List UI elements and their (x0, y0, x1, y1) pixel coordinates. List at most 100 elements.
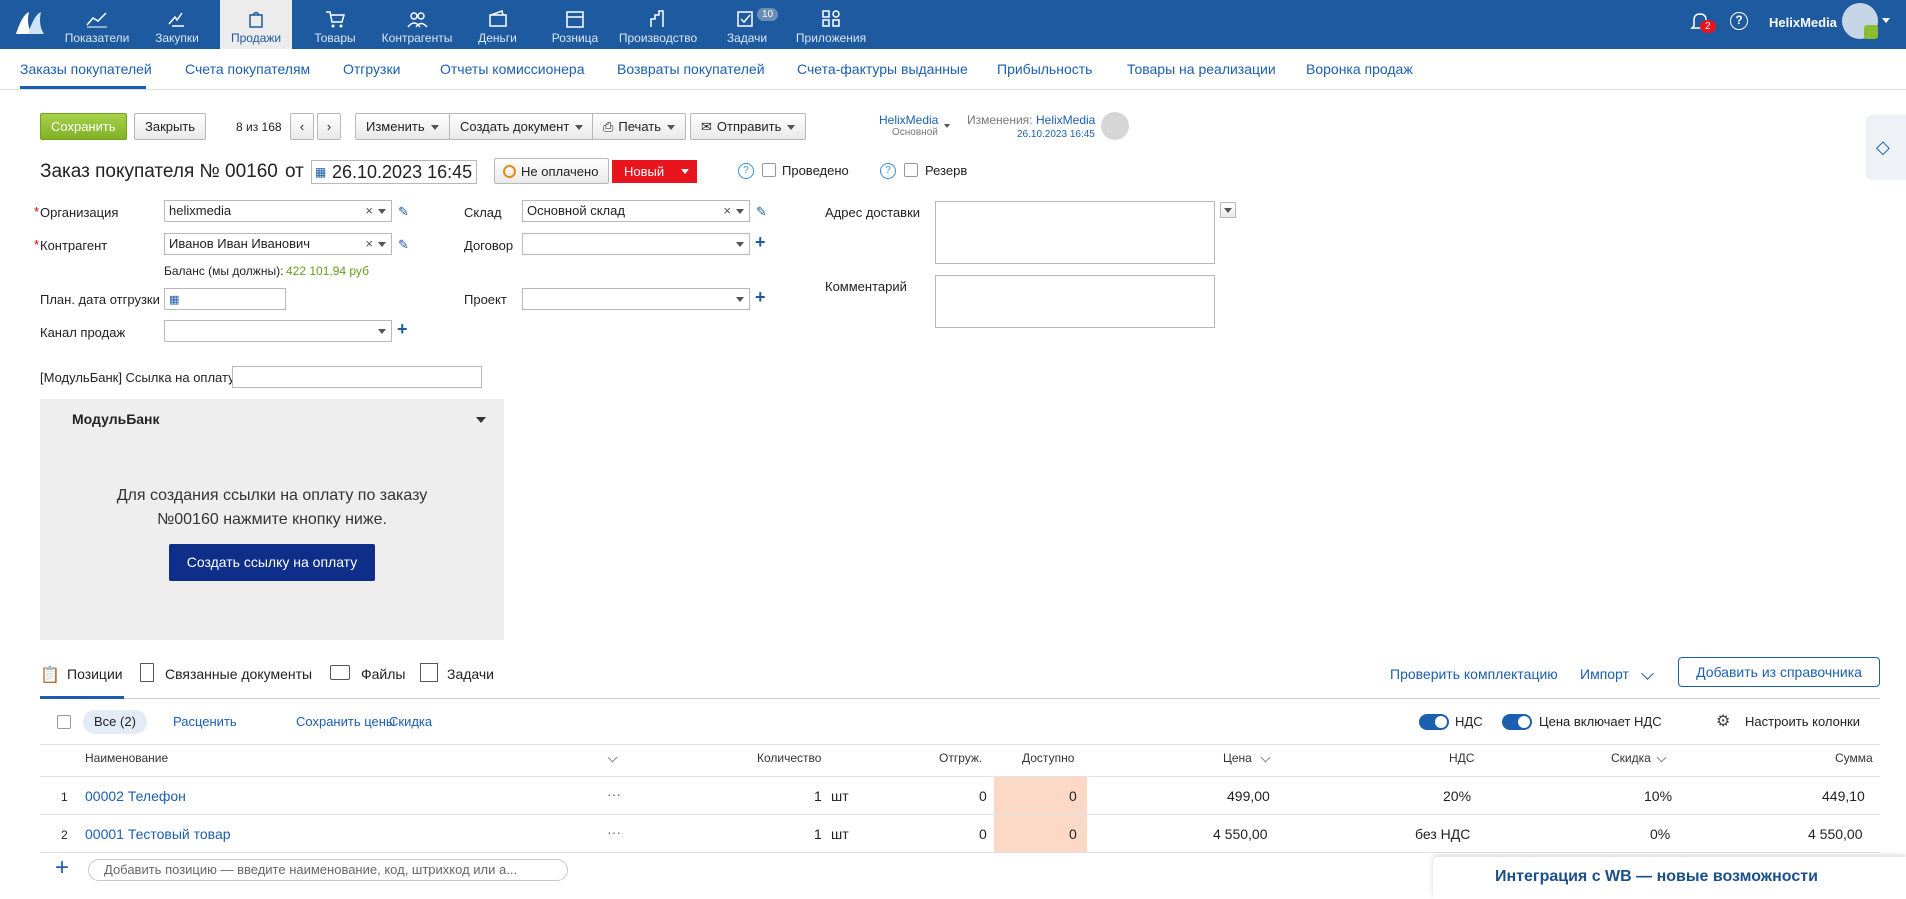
nav-money[interactable]: Деньги (470, 0, 525, 49)
save-prices-link[interactable]: Сохранить цены (296, 714, 395, 729)
chevron-down-icon[interactable] (736, 209, 744, 214)
avatar[interactable] (1842, 3, 1878, 39)
vat-toggle[interactable] (1419, 714, 1449, 730)
tab-positions[interactable]: 📋 Позиции (40, 655, 124, 699)
row-vat[interactable]: 20% (1443, 788, 1471, 804)
clear-icon[interactable]: × (365, 201, 373, 221)
next-record-button[interactable]: › (317, 113, 341, 140)
address-expand-button[interactable] (1220, 202, 1236, 218)
comment-field[interactable] (935, 275, 1215, 328)
create-payment-link-button[interactable]: Создать ссылку на оплату (169, 544, 375, 581)
nav-goods[interactable]: Товары (305, 0, 365, 49)
tab-tasks[interactable]: Задачи (420, 655, 500, 699)
subnav-shipments[interactable]: Отгрузки (343, 61, 400, 77)
chevron-down-icon[interactable] (736, 297, 744, 302)
tab-linked-documents[interactable]: Связанные документы (140, 655, 320, 699)
modulbank-link-field[interactable] (232, 366, 482, 388)
collapse-caret-icon[interactable] (476, 417, 486, 423)
chevron-down-icon[interactable] (1656, 752, 1667, 763)
add-contract-icon[interactable]: + (755, 232, 766, 253)
add-position-input[interactable]: Добавить позицию — введите наименование,… (88, 859, 568, 881)
contract-field[interactable] (522, 233, 750, 255)
org-field[interactable]: helixmedia × (164, 200, 392, 222)
subnav-returns[interactable]: Возвраты покупателей (617, 61, 765, 77)
subnav-commission-reports[interactable]: Отчеты комиссионера (440, 61, 585, 77)
edit-pencil-icon[interactable]: ✎ (398, 204, 409, 220)
changes-user-link[interactable]: HelixMedia (1036, 113, 1095, 127)
contractor-field[interactable]: Иванов Иван Иванович × (164, 233, 392, 255)
row-more-icon[interactable]: ··· (607, 824, 621, 840)
col-price-header[interactable]: Цена (1223, 751, 1252, 765)
import-link[interactable]: Импорт (1580, 666, 1629, 682)
print-button[interactable]: ⎙ Печать (592, 113, 686, 140)
close-button[interactable]: Закрыть (134, 113, 207, 140)
chevron-down-icon[interactable] (1641, 667, 1654, 680)
nav-production[interactable]: Производство (617, 0, 699, 49)
wb-integration-banner[interactable]: Интеграция с WB — новые возможности (1433, 857, 1906, 899)
subnav-consignment-goods[interactable]: Товары на реализации (1127, 61, 1276, 77)
price-incl-vat-toggle[interactable] (1502, 714, 1532, 730)
reprice-link[interactable]: Расценить (173, 714, 237, 729)
filter-all-chip[interactable]: Все (2) (83, 710, 147, 734)
ship-date-field[interactable]: ▦ (164, 288, 286, 310)
product-link[interactable]: 00002 Телефон (85, 788, 186, 804)
subnav-sales-funnel[interactable]: Воронка продаж (1306, 61, 1413, 77)
nav-sales[interactable]: Продажи (220, 0, 292, 49)
subnav-profitability[interactable]: Прибыльность (997, 61, 1092, 77)
doc-date-field[interactable]: ▦ 26.10.2023 16:45 (311, 160, 477, 184)
nav-apps[interactable]: Приложения (790, 0, 872, 49)
owner-caret-icon[interactable] (944, 124, 950, 128)
row-discount[interactable]: 0% (1650, 826, 1670, 842)
col-vat-header[interactable]: НДС (1449, 751, 1474, 765)
tab-files[interactable]: Файлы (330, 655, 410, 699)
owner-link[interactable]: HelixMedia (879, 113, 938, 127)
change-menu-button[interactable]: Изменить (355, 113, 450, 140)
help-posted-icon[interactable]: ? (738, 163, 754, 179)
subnav-customer-orders[interactable]: Заказы покупателей (20, 61, 152, 77)
user-menu-caret-icon[interactable] (1882, 18, 1890, 23)
project-field[interactable] (522, 288, 750, 310)
app-logo-icon[interactable] (14, 8, 46, 38)
add-project-icon[interactable]: + (755, 287, 766, 308)
nav-purchases[interactable]: Закупки (147, 0, 207, 49)
clear-icon[interactable]: × (365, 234, 373, 254)
col-sum-header[interactable]: Сумма (1835, 751, 1873, 765)
user-name[interactable]: HelixMedia (1769, 15, 1837, 30)
subnav-invoices-issued[interactable]: Счета-фактуры выданные (797, 61, 968, 77)
help-button[interactable]: ? (1728, 0, 1750, 49)
select-all-checkbox[interactable] (57, 715, 71, 729)
row-qty[interactable]: 1 (814, 788, 822, 804)
chevron-down-icon[interactable] (378, 209, 386, 214)
configure-columns-link[interactable]: Настроить колонки (1745, 714, 1860, 729)
chevron-down-icon[interactable] (736, 242, 744, 247)
payment-status-button[interactable]: Не оплачено (494, 158, 610, 184)
notifications-button[interactable]: 2 (1688, 0, 1718, 49)
chevron-down-icon[interactable] (607, 752, 618, 763)
row-price[interactable]: 499,00 (1227, 788, 1270, 804)
channel-field[interactable] (164, 320, 392, 342)
row-qty[interactable]: 1 (814, 826, 822, 842)
edit-pencil-icon[interactable]: ✎ (398, 237, 409, 253)
prev-record-button[interactable]: ‹ (290, 113, 314, 140)
chevron-down-icon[interactable] (1260, 752, 1271, 763)
row-discount[interactable]: 10% (1644, 788, 1672, 804)
discount-link[interactable]: Скидка (389, 714, 432, 729)
send-button[interactable]: ✉ Отправить (690, 113, 807, 140)
product-link[interactable]: 00001 Тестовый товар (85, 826, 231, 842)
chevron-down-icon[interactable] (378, 329, 386, 334)
check-kit-link[interactable]: Проверить комплектацию (1390, 666, 1558, 682)
edit-pencil-icon[interactable]: ✎ (756, 204, 767, 220)
add-channel-icon[interactable]: + (397, 319, 408, 340)
clear-icon[interactable]: × (723, 201, 731, 221)
warehouse-field[interactable]: Основной склад × (522, 200, 750, 222)
posted-checkbox[interactable] (762, 163, 776, 177)
help-reserve-icon[interactable]: ? (880, 163, 896, 179)
subnav-invoices[interactable]: Счета покупателям (185, 61, 310, 77)
col-shipped-header[interactable]: Отгруж. (939, 751, 982, 765)
doc-number[interactable]: 00160 (225, 161, 278, 183)
row-price[interactable]: 4 550,00 (1213, 826, 1268, 842)
row-more-icon[interactable]: ··· (607, 786, 621, 802)
reserve-checkbox[interactable] (904, 163, 918, 177)
col-name-header[interactable]: Наименование (85, 751, 168, 765)
save-button[interactable]: Сохранить (40, 113, 127, 140)
